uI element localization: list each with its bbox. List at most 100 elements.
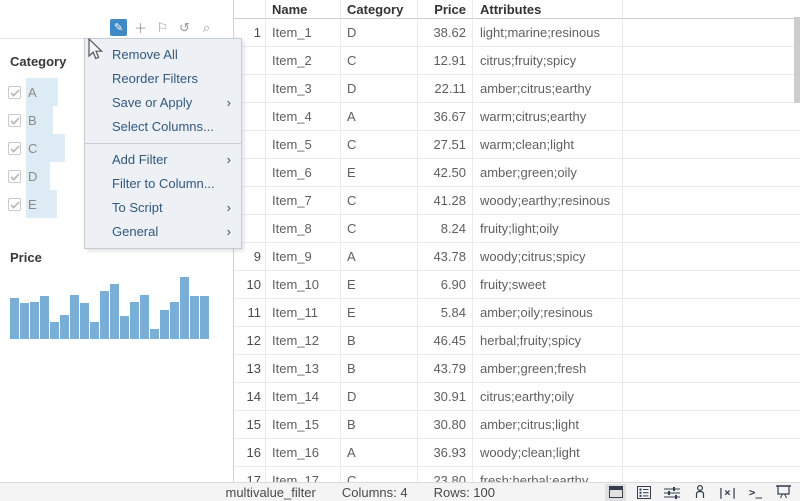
histogram-bar[interactable] — [70, 295, 79, 339]
table-row[interactable]: 16Item_16A36.93woody;clean;light — [234, 439, 800, 467]
cell-name: Item_14 — [266, 383, 341, 411]
table-row[interactable]: 13Item_13B43.79amber;green;fresh — [234, 355, 800, 383]
column-header-empty — [623, 0, 800, 19]
table-row[interactable]: 9Item_9A43.78woody;citrus;spicy — [234, 243, 800, 271]
column-header-category[interactable]: Category — [341, 0, 418, 19]
table-row[interactable]: 12Item_12B46.45herbal;fruity;spicy — [234, 327, 800, 355]
histogram-bar[interactable] — [130, 302, 139, 339]
flag-icon[interactable]: ⚐ — [154, 19, 171, 36]
row-number-header — [234, 0, 266, 19]
histogram-bar[interactable] — [200, 296, 209, 339]
cell-price: 36.93 — [418, 439, 473, 467]
panel-layout-icon[interactable] — [605, 484, 626, 501]
column-header-price[interactable]: Price — [418, 0, 473, 19]
category-checkbox-d[interactable] — [8, 170, 21, 183]
cell-attributes: woody;earthy;resinous — [473, 187, 623, 215]
mouse-cursor — [87, 38, 105, 62]
table-row[interactable]: 3Item_3D22.11amber;citrus;earthy — [234, 75, 800, 103]
histogram-bar[interactable] — [170, 302, 179, 339]
undo-icon[interactable]: ↺ — [176, 19, 193, 36]
cell-name: Item_15 — [266, 411, 341, 439]
menu-item-save-or-apply[interactable]: Save or Apply› — [85, 91, 241, 115]
filter-list-icon[interactable] — [633, 484, 654, 501]
cell-empty — [623, 327, 800, 355]
histogram-bar[interactable] — [120, 316, 129, 339]
histogram-bar[interactable] — [90, 322, 99, 339]
cell-name: Item_6 — [266, 159, 341, 187]
menu-item-add-filter[interactable]: Add Filter› — [85, 148, 241, 172]
histogram-bar[interactable] — [20, 303, 29, 339]
cell-attributes: woody;citrus;spicy — [473, 243, 623, 271]
histogram-bar[interactable] — [160, 310, 169, 339]
cell-price: 46.45 — [418, 327, 473, 355]
edit-pencil-icon[interactable]: ✎ — [110, 19, 127, 36]
histogram-bar[interactable] — [150, 329, 159, 339]
menu-item-reorder-filters[interactable]: Reorder Filters — [85, 67, 241, 91]
menu-item-remove-all[interactable]: Remove All — [85, 43, 241, 67]
histogram-bar[interactable] — [60, 315, 69, 339]
cell-price: 30.80 — [418, 411, 473, 439]
table-row[interactable]: 4Item_4A36.67warm;citrus;earthy — [234, 103, 800, 131]
cell-price: 41.28 — [418, 187, 473, 215]
cell-category: D — [341, 75, 418, 103]
row-number: 13 — [234, 355, 266, 383]
cell-category: A — [341, 103, 418, 131]
data-table: Name Category Price Attributes 1Item_1D3… — [233, 0, 800, 482]
category-checkbox-e[interactable] — [8, 198, 21, 211]
cell-category: B — [341, 355, 418, 383]
tags-icon[interactable]: |×| — [717, 484, 738, 501]
cell-category: D — [341, 383, 418, 411]
menu-item-select-columns[interactable]: Select Columns... — [85, 115, 241, 139]
menu-item-to-script[interactable]: To Script› — [85, 196, 241, 220]
cell-price: 8.24 — [418, 215, 473, 243]
table-row[interactable]: 7Item_7C41.28woody;earthy;resinous — [234, 187, 800, 215]
table-row[interactable]: 10Item_10E6.90fruity;sweet — [234, 271, 800, 299]
histogram-bar[interactable] — [30, 302, 39, 339]
table-row[interactable]: 2Item_2C12.91citrus;fruity;spicy — [234, 47, 800, 75]
price-histogram[interactable] — [10, 277, 210, 339]
sliders-icon[interactable] — [661, 484, 682, 501]
menu-item-general[interactable]: General› — [85, 220, 241, 244]
vertical-scrollbar-thumb[interactable] — [794, 17, 800, 103]
cell-empty — [623, 383, 800, 411]
table-row[interactable]: 11Item_11E5.84amber;oily;resinous — [234, 299, 800, 327]
histogram-bar[interactable] — [10, 298, 19, 339]
table-row[interactable]: 5Item_5C27.51warm;clean;light — [234, 131, 800, 159]
row-number: 16 — [234, 439, 266, 467]
cell-empty — [623, 187, 800, 215]
menu-item-filter-to-column[interactable]: Filter to Column... — [85, 172, 241, 196]
cell-name: Item_12 — [266, 327, 341, 355]
histogram-bar[interactable] — [40, 296, 49, 339]
histogram-bar[interactable] — [190, 296, 199, 339]
table-row[interactable]: 17Item_17C23.80fresh;herbal;earthy — [234, 467, 800, 482]
histogram-bar[interactable] — [110, 284, 119, 339]
table-row[interactable]: 14Item_14D30.91citrus;earthy;oily — [234, 383, 800, 411]
cell-category: C — [341, 47, 418, 75]
histogram-bar[interactable] — [140, 295, 149, 339]
table-row[interactable]: 6Item_6E42.50amber;green;oily — [234, 159, 800, 187]
details-person-icon[interactable] — [689, 484, 710, 501]
cell-attributes: amber;green;fresh — [473, 355, 623, 383]
histogram-bar[interactable] — [80, 303, 89, 339]
category-checkbox-a[interactable] — [8, 86, 21, 99]
column-header-name[interactable]: Name — [266, 0, 341, 19]
row-number: 17 — [234, 467, 266, 482]
table-row[interactable]: 15Item_15B30.80amber;citrus;light — [234, 411, 800, 439]
table-row[interactable]: 1Item_1D38.62light;marine;resinous — [234, 19, 800, 47]
histogram-bar[interactable] — [50, 322, 59, 339]
presentation-icon[interactable] — [773, 484, 794, 501]
histogram-bar[interactable] — [180, 277, 189, 339]
table-row[interactable]: 8Item_8C8.24fruity;light;oily — [234, 215, 800, 243]
search-icon[interactable]: ⌕ — [198, 19, 215, 36]
histogram-bar[interactable] — [100, 291, 109, 339]
console-icon[interactable]: >_ — [745, 484, 766, 501]
cell-name: Item_8 — [266, 215, 341, 243]
category-checkbox-c[interactable] — [8, 142, 21, 155]
row-number: 15 — [234, 411, 266, 439]
cell-empty — [623, 355, 800, 383]
category-checkbox-b[interactable] — [8, 114, 21, 127]
column-header-attributes[interactable]: Attributes — [473, 0, 623, 19]
cell-name: Item_9 — [266, 243, 341, 271]
add-icon[interactable]: ＋ — [132, 19, 149, 36]
cell-price: 22.11 — [418, 75, 473, 103]
